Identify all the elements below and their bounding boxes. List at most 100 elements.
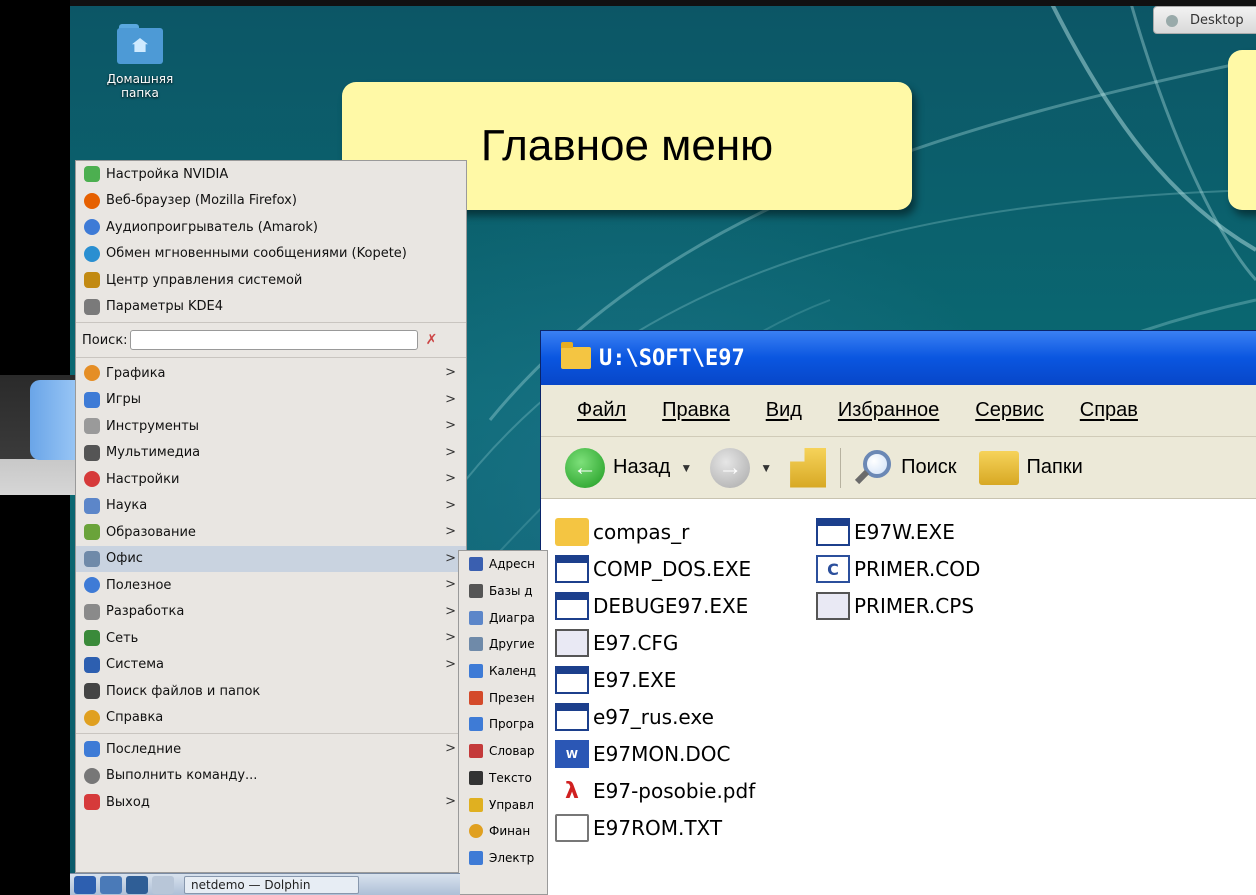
category-science[interactable]: Наука > <box>76 493 466 520</box>
submenu-arrow-icon: > <box>445 656 456 672</box>
submenu-label: Электр <box>489 850 535 865</box>
menu-tools[interactable]: Сервис <box>975 399 1044 422</box>
text-editor-icon <box>469 770 483 785</box>
submenu-item[interactable]: Презен <box>459 684 547 711</box>
category-network[interactable]: Сеть > <box>76 625 466 652</box>
submenu-item[interactable]: Диагра <box>459 604 547 631</box>
submenu-item[interactable]: Другие <box>459 631 547 658</box>
category-multimedia[interactable]: Мультимедиа > <box>76 440 466 467</box>
clear-search-icon[interactable]: ✗ <box>426 332 438 348</box>
category-find-files[interactable]: Поиск файлов и папок <box>76 678 466 705</box>
file-item[interactable]: E97.CFG <box>555 625 678 661</box>
submenu-label: Адресн <box>489 557 535 572</box>
kde-launcher-icon[interactable] <box>74 875 96 894</box>
category-help[interactable]: Справка <box>76 705 466 732</box>
folders-icon[interactable] <box>978 450 1019 485</box>
menu-view[interactable]: Вид <box>766 399 802 422</box>
category-graphics[interactable]: Графика > <box>76 360 466 387</box>
submenu-arrow-icon: > <box>445 471 456 486</box>
submenu-item[interactable]: Финан <box>459 818 547 845</box>
submenu-item[interactable]: Электр <box>459 845 547 872</box>
menu-item-label: Обмен мгновенными сообщениями (Kopete) <box>106 246 407 262</box>
submenu-item[interactable]: Тексто <box>459 765 547 792</box>
file-item[interactable]: e97_rus.exe <box>555 699 714 735</box>
category-system[interactable]: Система > <box>76 652 466 679</box>
menu-item-nvidia[interactable]: Настройка NVIDIA <box>76 161 466 188</box>
presentation-icon <box>469 690 483 705</box>
category-tools[interactable]: Инструменты > <box>76 413 466 440</box>
back-dropdown-icon[interactable]: ▼ <box>680 461 692 475</box>
menu-item-control-center[interactable]: Центр управления системой <box>76 267 466 294</box>
category-office[interactable]: Офис > <box>76 545 466 572</box>
address-book-icon <box>469 557 483 572</box>
menu-file[interactable]: Файл <box>577 399 626 422</box>
submenu-item[interactable]: Програ <box>459 711 547 738</box>
desktop-button-label: Desktop <box>1190 13 1244 28</box>
up-folder-icon[interactable] <box>790 447 827 488</box>
folder-icon <box>555 518 589 546</box>
file-item[interactable]: compas_r <box>555 514 689 550</box>
file-item[interactable]: W E97MON.DOC <box>555 736 731 772</box>
forward-dropdown-icon[interactable]: ▼ <box>760 461 772 475</box>
category-label: Наука <box>106 498 148 514</box>
exe-icon <box>555 703 589 731</box>
search-input[interactable] <box>129 330 418 350</box>
kde-settings-icon <box>84 298 100 315</box>
file-item[interactable]: E97ROM.TXT <box>555 810 722 846</box>
submenu-item[interactable]: Словар <box>459 738 547 765</box>
category-games[interactable]: Игры > <box>76 387 466 414</box>
nvidia-icon <box>84 166 100 183</box>
menu-item-firefox[interactable]: Веб-браузер (Mozilla Firefox) <box>76 188 466 215</box>
search-label: Поиск: <box>82 332 128 348</box>
taskbar-task-label: netdemo — Dolphin <box>191 877 311 892</box>
file-item[interactable]: λ E97-posobie.pdf <box>555 773 755 809</box>
menu-item-recent[interactable]: Последние > <box>76 736 466 763</box>
taskbar-task-dolphin[interactable]: netdemo — Dolphin <box>184 875 359 894</box>
menu-help[interactable]: Справ <box>1080 399 1138 422</box>
folders-button-label[interactable]: Папки <box>1027 456 1083 479</box>
file-item[interactable]: E97.EXE <box>555 662 676 698</box>
back-button-label[interactable]: Назад <box>613 456 670 479</box>
menu-item-kde-settings[interactable]: Параметры KDE4 <box>76 294 466 321</box>
other-apps-icon <box>469 637 483 652</box>
category-label: Мультимедиа <box>106 445 201 461</box>
explorer-titlebar[interactable]: U:\SOFT\E97 <box>541 331 1256 385</box>
finance-icon <box>469 824 483 839</box>
finder-icon[interactable] <box>30 380 80 460</box>
submenu-item[interactable]: Управл <box>459 791 547 818</box>
file-item[interactable]: C PRIMER.COD <box>816 551 980 587</box>
file-item[interactable]: COMP_DOS.EXE <box>555 551 751 587</box>
file-name: DEBUGE97.EXE <box>593 594 749 618</box>
file-item[interactable]: DEBUGE97.EXE <box>555 588 748 624</box>
desktop-pager-icon[interactable] <box>100 875 122 894</box>
home-folder-desktop-icon[interactable]: Домашняя папка <box>85 24 195 100</box>
menu-item-amarok[interactable]: Аудиопроигрыватель (Amarok) <box>76 214 466 241</box>
menu-favorites[interactable]: Избранное <box>838 399 939 422</box>
search-button-label[interactable]: Поиск <box>901 456 956 479</box>
menu-item-run-command[interactable]: Выполнить команду... <box>76 763 466 790</box>
menu-edit[interactable]: Правка <box>662 399 730 422</box>
desktop-button[interactable]: Desktop <box>1153 6 1256 34</box>
search-icon[interactable] <box>855 448 893 488</box>
pager-icon[interactable] <box>126 875 148 894</box>
back-arrow-icon[interactable]: ← <box>565 447 605 488</box>
pager-empty-icon[interactable] <box>152 875 174 894</box>
category-education[interactable]: Образование > <box>76 519 466 546</box>
submenu-item[interactable]: Адресн <box>459 551 547 578</box>
desktop-dot-icon <box>1166 15 1178 27</box>
exe-icon <box>555 555 589 583</box>
category-settings[interactable]: Настройки > <box>76 466 466 493</box>
submenu-item[interactable]: Календ <box>459 658 547 685</box>
exe-icon <box>555 592 589 620</box>
menu-item-logout[interactable]: Выход > <box>76 789 466 816</box>
submenu-item[interactable]: Базы д <box>459 578 547 605</box>
menu-item-kopete[interactable]: Обмен мгновенными сообщениями (Kopete) <box>76 241 466 268</box>
file-item[interactable]: PRIMER.CPS <box>816 588 974 624</box>
file-item[interactable]: E97W.EXE <box>816 514 955 550</box>
kde-taskbar: netdemo — Dolphin <box>70 873 460 895</box>
category-development[interactable]: Разработка > <box>76 599 466 626</box>
explorer-menubar: Файл Правка Вид Избранное Сервис Справ <box>541 385 1256 437</box>
file-name: E97ROM.TXT <box>593 816 723 840</box>
forward-arrow-icon[interactable]: → <box>710 447 751 488</box>
category-utilities[interactable]: Полезное > <box>76 572 466 599</box>
